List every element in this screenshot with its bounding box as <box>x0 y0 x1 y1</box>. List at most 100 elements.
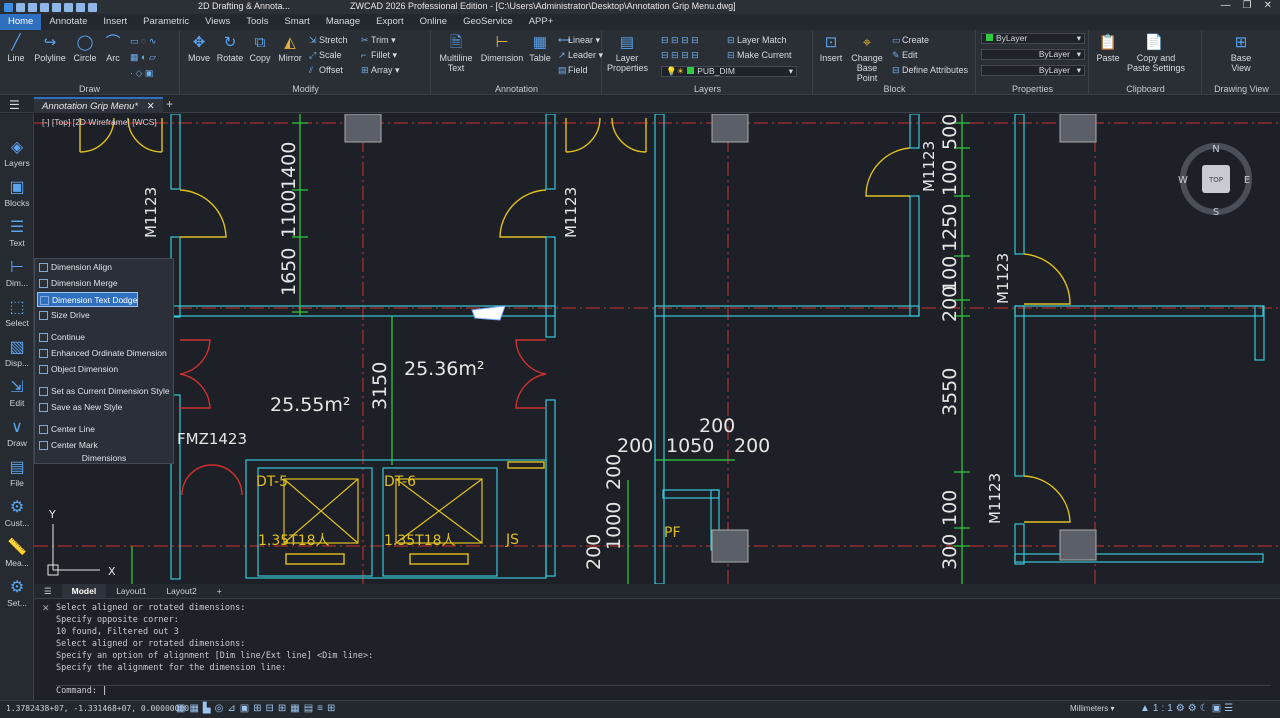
compass-s[interactable]: S <box>1213 207 1219 218</box>
fillet-button[interactable]: ⌐ Fillet ▾ <box>361 50 397 61</box>
field-button[interactable]: ▤Field <box>558 65 588 76</box>
menu-item-object-dimension[interactable]: Object Dimension <box>37 362 118 377</box>
lineweight-dropdown[interactable]: ByLayer ▾ <box>981 65 1085 76</box>
define-attributes-button[interactable]: ⊟ Define Attributes <box>892 65 968 76</box>
scale-button[interactable]: ⤢ Scale <box>309 50 342 61</box>
move-button[interactable]: ✥ Move <box>185 34 213 63</box>
menu-item-save-new-style[interactable]: Save as New Style <box>37 400 122 415</box>
make-current-button[interactable]: ⊟ Make Current <box>727 50 792 61</box>
tab-geoservice[interactable]: GeoService <box>455 14 521 30</box>
tab-export[interactable]: Export <box>368 14 411 30</box>
menu-item-dimension-merge[interactable]: Dimension Merge <box>37 276 118 291</box>
rectangle-icon[interactable]: ▭ ◌ ∿ <box>130 36 156 47</box>
layers-panel-label[interactable]: Layers <box>603 84 812 94</box>
measure-tool[interactable]: 📏 Mea... <box>2 538 32 568</box>
stretch-button[interactable]: ⇲ Stretch <box>309 35 348 46</box>
document-tab[interactable]: Annotation Grip Menu* ✕ <box>34 97 163 113</box>
new-file-icon[interactable] <box>16 2 25 12</box>
compass-n[interactable]: N <box>1212 144 1219 155</box>
draw-panel-label[interactable]: Draw <box>0 84 179 94</box>
dimension-button[interactable]: ⊢ Dimension <box>480 34 524 63</box>
rotate-button[interactable]: ↻ Rotate <box>215 34 245 63</box>
settings-tool[interactable]: ⚙ Set... <box>2 578 32 608</box>
layer-tools-row2[interactable]: ⊟ ⊟ ⊟ ⊟ <box>661 50 699 61</box>
workspace-selector[interactable]: 2D Drafting & Annota... <box>198 0 290 13</box>
save-as-icon[interactable] <box>52 2 61 12</box>
copy-paste-settings-button[interactable]: 📄 Copy and Paste Settings <box>1124 34 1185 73</box>
save-icon[interactable] <box>40 2 49 12</box>
redo-icon[interactable] <box>88 2 97 12</box>
tab-online[interactable]: Online <box>412 14 455 30</box>
minimize-icon[interactable]: — <box>1221 0 1231 12</box>
tab-layout2[interactable]: Layout2 <box>156 584 206 598</box>
layer-tools-row1[interactable]: ⊟ ⊟ ⊟ ⊟ <box>661 35 699 46</box>
modify-panel-label[interactable]: Modify <box>181 84 430 94</box>
tab-manage[interactable]: Manage <box>318 14 368 30</box>
units-selector[interactable]: Millimeters ▾ <box>1070 704 1114 713</box>
select-tool[interactable]: ⬚ Select <box>2 298 32 328</box>
app-logo-icon[interactable] <box>4 2 13 12</box>
dimension-tool[interactable]: ⊢ Dim... <box>2 258 32 288</box>
tab-tools[interactable]: Tools <box>238 14 276 30</box>
color-dropdown[interactable]: ByLayer ▾ <box>981 33 1085 44</box>
new-tab-icon[interactable]: + <box>166 97 173 111</box>
blocks-tool[interactable]: ▣ Blocks <box>2 178 32 208</box>
tab-app-plus[interactable]: APP+ <box>521 14 562 30</box>
annotation-panel-label[interactable]: Annotation <box>432 84 601 94</box>
command-input[interactable]: Command: | <box>56 685 1271 698</box>
close-tab-icon[interactable]: ✕ <box>147 101 155 112</box>
layer-properties-button[interactable]: ▤ Layer Properties <box>607 34 648 73</box>
display-tool[interactable]: ▧ Disp... <box>2 338 32 368</box>
tab-smart[interactable]: Smart <box>276 14 317 30</box>
customize-tool[interactable]: ⚙ Cust... <box>2 498 32 528</box>
circle-button[interactable]: ◯ Circle <box>72 34 98 63</box>
paste-button[interactable]: 📋 Paste <box>1094 34 1122 63</box>
tab-parametric[interactable]: Parametric <box>135 14 197 30</box>
tab-home[interactable]: Home <box>0 14 42 30</box>
menu-item-center-mark[interactable]: Center Mark <box>37 438 98 453</box>
table-button[interactable]: ▦ Table <box>526 34 554 63</box>
tab-insert[interactable]: Insert <box>95 14 135 30</box>
text-tool[interactable]: ☰ Text <box>2 218 32 248</box>
viewport-controls[interactable]: [-] [Top] [2D Wireframe] [WCS] <box>42 117 157 127</box>
status-tray-icons[interactable]: ▲1:1⚙⚙☾▣☰ <box>1140 703 1236 714</box>
edit-block-button[interactable]: ✎ Edit <box>892 50 918 61</box>
open-file-icon[interactable] <box>28 2 37 12</box>
layers-tool[interactable]: ◈ Layers <box>2 138 32 168</box>
leader-button[interactable]: ↗ Leader ▾ <box>558 50 603 61</box>
maximize-icon[interactable]: ❐ <box>1243 0 1252 12</box>
arc-button[interactable]: ⌒ Arc <box>102 34 124 63</box>
viewcube-top[interactable]: TOP <box>1208 176 1223 184</box>
create-block-button[interactable]: ▭Create <box>892 35 929 46</box>
menu-item-set-current-style[interactable]: Set as Current Dimension Style <box>37 384 170 399</box>
menu-item-enhanced-ordinate[interactable]: Enhanced Ordinate Dimension <box>37 346 167 361</box>
menu-item-dimension-align[interactable]: Dimension Align <box>37 260 112 275</box>
change-base-point-button[interactable]: ⌖ Change Base Point <box>846 34 888 83</box>
tab-annotate[interactable]: Annotate <box>41 14 95 30</box>
edit-tool[interactable]: ⇲ Edit <box>2 378 32 408</box>
drawing-view-panel-label[interactable]: Drawing View <box>1203 84 1280 94</box>
compass-w[interactable]: W <box>1178 175 1188 186</box>
menu-item-center-line[interactable]: Center Line <box>37 422 95 437</box>
close-command-icon[interactable]: ✕ <box>42 603 50 614</box>
menu-item-dimension-text-dodge[interactable]: Dimension Text Dodge <box>37 292 139 307</box>
offset-button[interactable]: ⫽ Offset <box>309 65 343 76</box>
line-button[interactable]: ╱ Line <box>4 34 28 63</box>
mirror-button[interactable]: ◭ Mirror <box>275 34 305 63</box>
polyline-button[interactable]: ↪ Polyline <box>33 34 67 63</box>
tab-model[interactable]: Model <box>61 584 107 598</box>
menu-icon[interactable]: ☰ <box>9 98 20 112</box>
file-tool[interactable]: ▤ File <box>2 458 32 488</box>
hatch-icon[interactable]: ▦ ◐ ▱ <box>130 52 156 63</box>
drafting-toggles[interactable]: ▦▦▙◎⊿▣⊞⊟⊞▦▤≡⊞ <box>176 703 339 714</box>
draw-tool[interactable]: ∨ Draw <box>2 418 32 448</box>
base-view-button[interactable]: ⊞ Base View <box>1225 34 1257 73</box>
trim-button[interactable]: ✂ Trim ▾ <box>361 35 396 46</box>
add-layout-icon[interactable]: + <box>207 584 232 598</box>
tab-layout1[interactable]: Layout1 <box>106 584 156 598</box>
close-icon[interactable]: ✕ <box>1264 0 1272 12</box>
properties-panel-label[interactable]: Properties <box>977 84 1088 94</box>
print-icon[interactable] <box>64 2 73 12</box>
layer-dropdown[interactable]: 💡☀ PUB_DIM ▾ <box>661 66 797 77</box>
tab-views[interactable]: Views <box>197 14 238 30</box>
